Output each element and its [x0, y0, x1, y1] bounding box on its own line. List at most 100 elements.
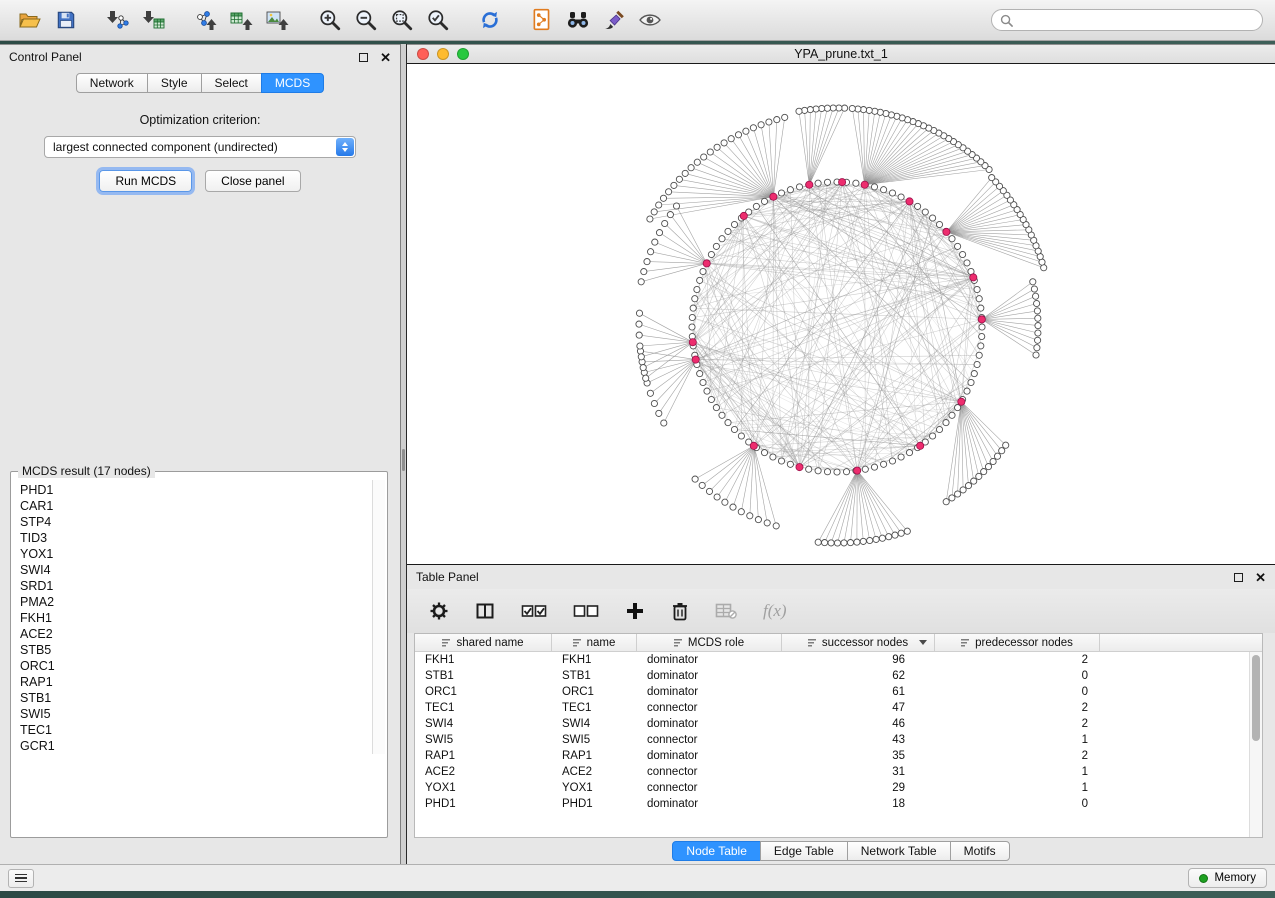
mcds-result-item[interactable]: ORC1: [13, 658, 385, 674]
mcds-result-item[interactable]: CAR1: [13, 498, 385, 514]
table-row[interactable]: ACE2ACE2connector311: [415, 764, 1262, 780]
column-header-predecessor-nodes[interactable]: predecessor nodes: [935, 634, 1100, 651]
control-tab-select[interactable]: Select: [201, 73, 262, 93]
find-button[interactable]: [560, 4, 596, 36]
show-columns-button[interactable]: [473, 599, 497, 623]
table-options-button[interactable]: [427, 599, 451, 623]
zoom-out-button[interactable]: [348, 4, 384, 36]
mcds-result-item[interactable]: SWI5: [13, 706, 385, 722]
mcds-result-item[interactable]: SWI4: [13, 562, 385, 578]
export-network-button[interactable]: [188, 4, 224, 36]
import-table-button[interactable]: [136, 4, 172, 36]
table-row[interactable]: STB1STB1dominator620: [415, 668, 1262, 684]
table-tab-edge-table[interactable]: Edge Table: [760, 841, 848, 861]
table-panel-tabs: Node TableEdge TableNetwork TableMotifs: [407, 838, 1275, 864]
zoom-in-button[interactable]: [312, 4, 348, 36]
mcds-list-scrollbar[interactable]: [372, 480, 385, 754]
open-file-button[interactable]: [12, 4, 48, 36]
mcds-result-item[interactable]: STP4: [13, 514, 385, 530]
table-row[interactable]: ORC1ORC1dominator610: [415, 684, 1262, 700]
table-cell: 0: [935, 798, 1100, 810]
search-icon: [1000, 14, 1013, 27]
table-row[interactable]: RAP1RAP1dominator352: [415, 748, 1262, 764]
network-canvas[interactable]: [407, 64, 1275, 564]
table-cell: TEC1: [415, 702, 552, 714]
mcds-result-item[interactable]: ACE2: [13, 626, 385, 642]
search-input[interactable]: [1019, 13, 1254, 27]
table-row[interactable]: FKH1FKH1dominator962: [415, 652, 1262, 668]
control-tab-mcds[interactable]: MCDS: [261, 73, 324, 93]
refresh-layout-button[interactable]: [472, 4, 508, 36]
run-mcds-button[interactable]: Run MCDS: [99, 170, 192, 192]
mcds-result-item[interactable]: PMA2: [13, 594, 385, 610]
close-panel-icon[interactable]: ✕: [380, 51, 391, 64]
mcds-result-item[interactable]: GCR1: [13, 738, 385, 754]
save-session-button[interactable]: [48, 4, 84, 36]
deselect-all-button[interactable]: [571, 600, 601, 622]
mcds-result-item[interactable]: RAP1: [13, 674, 385, 690]
mcds-result-item[interactable]: STB5: [13, 642, 385, 658]
zoom-selected-button[interactable]: [420, 4, 456, 36]
sort-icon: [961, 639, 970, 647]
table-row[interactable]: SWI4SWI4dominator462: [415, 716, 1262, 732]
export-table-button[interactable]: [224, 4, 260, 36]
table-cell: 47: [782, 702, 935, 714]
optimization-select[interactable]: largest connected component (undirected): [44, 136, 356, 158]
network-clipboard-button[interactable]: [524, 4, 560, 36]
dropdown-stepper-icon: [336, 138, 354, 156]
table-scrollbar-track[interactable]: [1249, 652, 1262, 837]
table-scrollbar-thumb[interactable]: [1252, 655, 1260, 741]
mcds-result-item[interactable]: TID3: [13, 530, 385, 546]
panel-splitter[interactable]: [400, 44, 407, 864]
float-panel-icon[interactable]: [1234, 573, 1243, 582]
apply-style-button[interactable]: [596, 4, 632, 36]
close-window-icon[interactable]: [417, 48, 429, 60]
table-row[interactable]: SWI5SWI5connector431: [415, 732, 1262, 748]
close-panel-button[interactable]: Close panel: [205, 170, 300, 192]
mcds-result-item[interactable]: FKH1: [13, 610, 385, 626]
zoom-in-icon: [318, 8, 342, 32]
delete-button[interactable]: [669, 599, 691, 623]
float-panel-icon[interactable]: [359, 53, 368, 62]
table-row[interactable]: YOX1YOX1connector291: [415, 780, 1262, 796]
table-tab-node-table[interactable]: Node Table: [672, 841, 761, 861]
table-row[interactable]: PHD1PHD1dominator180: [415, 796, 1262, 812]
column-header-shared-name[interactable]: shared name: [415, 634, 552, 651]
zoom-fit-button[interactable]: [384, 4, 420, 36]
select-all-button[interactable]: [519, 600, 549, 622]
mcds-result-item[interactable]: YOX1: [13, 546, 385, 562]
mcds-result-item[interactable]: TEC1: [13, 722, 385, 738]
column-header-successor-nodes[interactable]: successor nodes: [782, 634, 935, 651]
table-row[interactable]: TEC1TEC1connector472: [415, 700, 1262, 716]
close-panel-icon[interactable]: ✕: [1255, 571, 1266, 584]
control-tab-network[interactable]: Network: [76, 73, 148, 93]
column-header-name[interactable]: name: [552, 634, 637, 651]
column-header-MCDS-role[interactable]: MCDS role: [637, 634, 782, 651]
sort-icon: [442, 639, 451, 647]
import-network-icon: [106, 9, 130, 31]
status-menu-button[interactable]: [8, 869, 34, 888]
mcds-result-item[interactable]: PHD1: [13, 482, 385, 498]
control-tab-style[interactable]: Style: [147, 73, 202, 93]
columns-icon: [475, 601, 495, 621]
mcds-result-item[interactable]: STB1: [13, 690, 385, 706]
import-table-icon: [142, 9, 166, 31]
table-cell: connector: [637, 782, 782, 794]
show-graphics-details-button[interactable]: [632, 4, 668, 36]
minimize-window-icon[interactable]: [437, 48, 449, 60]
window-controls: [417, 48, 469, 60]
maximize-window-icon[interactable]: [457, 48, 469, 60]
paintbrush-icon: [603, 9, 625, 31]
table-cell: YOX1: [552, 782, 637, 794]
mcds-result-item[interactable]: SRD1: [13, 578, 385, 594]
table-cell: 31: [782, 766, 935, 778]
table-tab-motifs[interactable]: Motifs: [950, 841, 1010, 861]
import-network-button[interactable]: [100, 4, 136, 36]
network-graph[interactable]: [407, 64, 1275, 564]
export-image-button[interactable]: [260, 4, 296, 36]
table-cell: 1: [935, 734, 1100, 746]
add-button[interactable]: [623, 599, 647, 623]
memory-button[interactable]: Memory: [1188, 868, 1267, 888]
table-tab-network-table[interactable]: Network Table: [847, 841, 951, 861]
column-label: successor nodes: [822, 637, 908, 649]
